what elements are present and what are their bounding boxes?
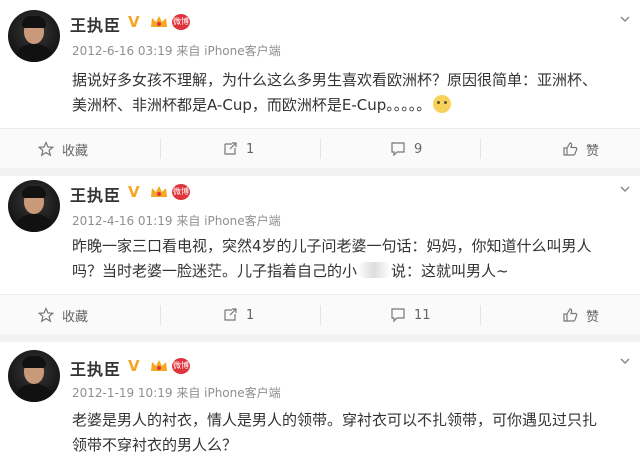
chevron-down-icon[interactable] [620,184,630,194]
star-icon [38,141,54,157]
vip-badge: 微博 [172,14,190,30]
post-content: 据说好多女孩不理解，为什么这么多男生喜欢看欧洲杯？原因很简单：亚洲杯、 美洲杯、… [72,68,628,118]
repost-button[interactable]: 1 [222,129,254,169]
post-text-line: 老婆是男人的衬衣，情人是男人的领带。穿衬衣可以不扎领带，可你遇见过只扎 [72,411,598,429]
author-name[interactable]: 王执臣 [70,356,121,380]
crown-icon [151,360,167,371]
like-button[interactable]: 赞 [562,129,599,169]
share-icon [224,308,237,321]
collect-button[interactable]: 收藏 [38,295,88,335]
comment-button[interactable]: 9 [390,129,422,169]
author-name[interactable]: 王执臣 [70,12,121,36]
crown-icon [151,16,167,27]
share-icon [224,142,237,155]
action-bar: 收藏 1 9 赞 [0,128,640,168]
post-text-line: 昨晚一家三口看电视，突然4岁的儿子问老婆一句话：妈妈，你知道什么叫男人 [72,237,592,255]
thumbs-up-icon [563,142,578,156]
post-content: 昨晚一家三口看电视，突然4岁的儿子问老婆一句话：妈妈，你知道什么叫男人 吗？当时… [72,234,628,284]
post-separator [0,334,640,342]
verified-icon: V [128,13,140,31]
star-icon [38,307,54,323]
chevron-down-icon[interactable] [620,356,630,366]
post-text-line: 领带不穿衬衣的男人么？ [72,436,238,454]
repost-button[interactable]: 1 [222,295,254,335]
avatar[interactable] [8,350,60,402]
post-text-line: 据说好多女孩不理解，为什么这么多男生喜欢看欧洲杯？原因很简单：亚洲杯、 [72,71,598,89]
comment-button[interactable]: 11 [390,295,431,335]
post-text-line: 美洲杯、非洲杯都是A-Cup，而欧洲杯是E-Cup。。。。。 [72,93,628,118]
vip-badge: 微博 [172,184,190,200]
post-meta: 2012-1-19 10:19 来自 iPhone客户端 [72,386,281,400]
comment-icon [391,308,405,323]
vip-badge: 微博 [172,358,190,374]
post-text-line: 吗？当时老婆一脸迷茫。儿子指着自己的小 说：这就叫男人~ [72,262,509,280]
emoji-icon [433,95,452,113]
crown-icon [151,186,167,197]
blurred-text [357,262,392,278]
avatar[interactable] [8,180,60,232]
post-meta: 2012-6-16 03:19 来自 iPhone客户端 [72,44,281,58]
verified-icon: V [128,357,140,375]
post-meta: 2012-4-16 01:19 来自 iPhone客户端 [72,214,281,228]
author-name[interactable]: 王执臣 [70,182,121,206]
chevron-down-icon[interactable] [620,14,630,24]
thumbs-up-icon [563,308,578,322]
action-bar: 收藏 1 11 赞 [0,294,640,334]
like-button[interactable]: 赞 [562,295,599,335]
comment-icon [391,142,405,157]
post-content: 老婆是男人的衬衣，情人是男人的领带。穿衬衣可以不扎领带，可你遇见过只扎 领带不穿… [72,408,628,458]
verified-icon: V [128,183,140,201]
avatar[interactable] [8,10,60,62]
collect-button[interactable]: 收藏 [38,129,88,169]
post-separator [0,168,640,176]
